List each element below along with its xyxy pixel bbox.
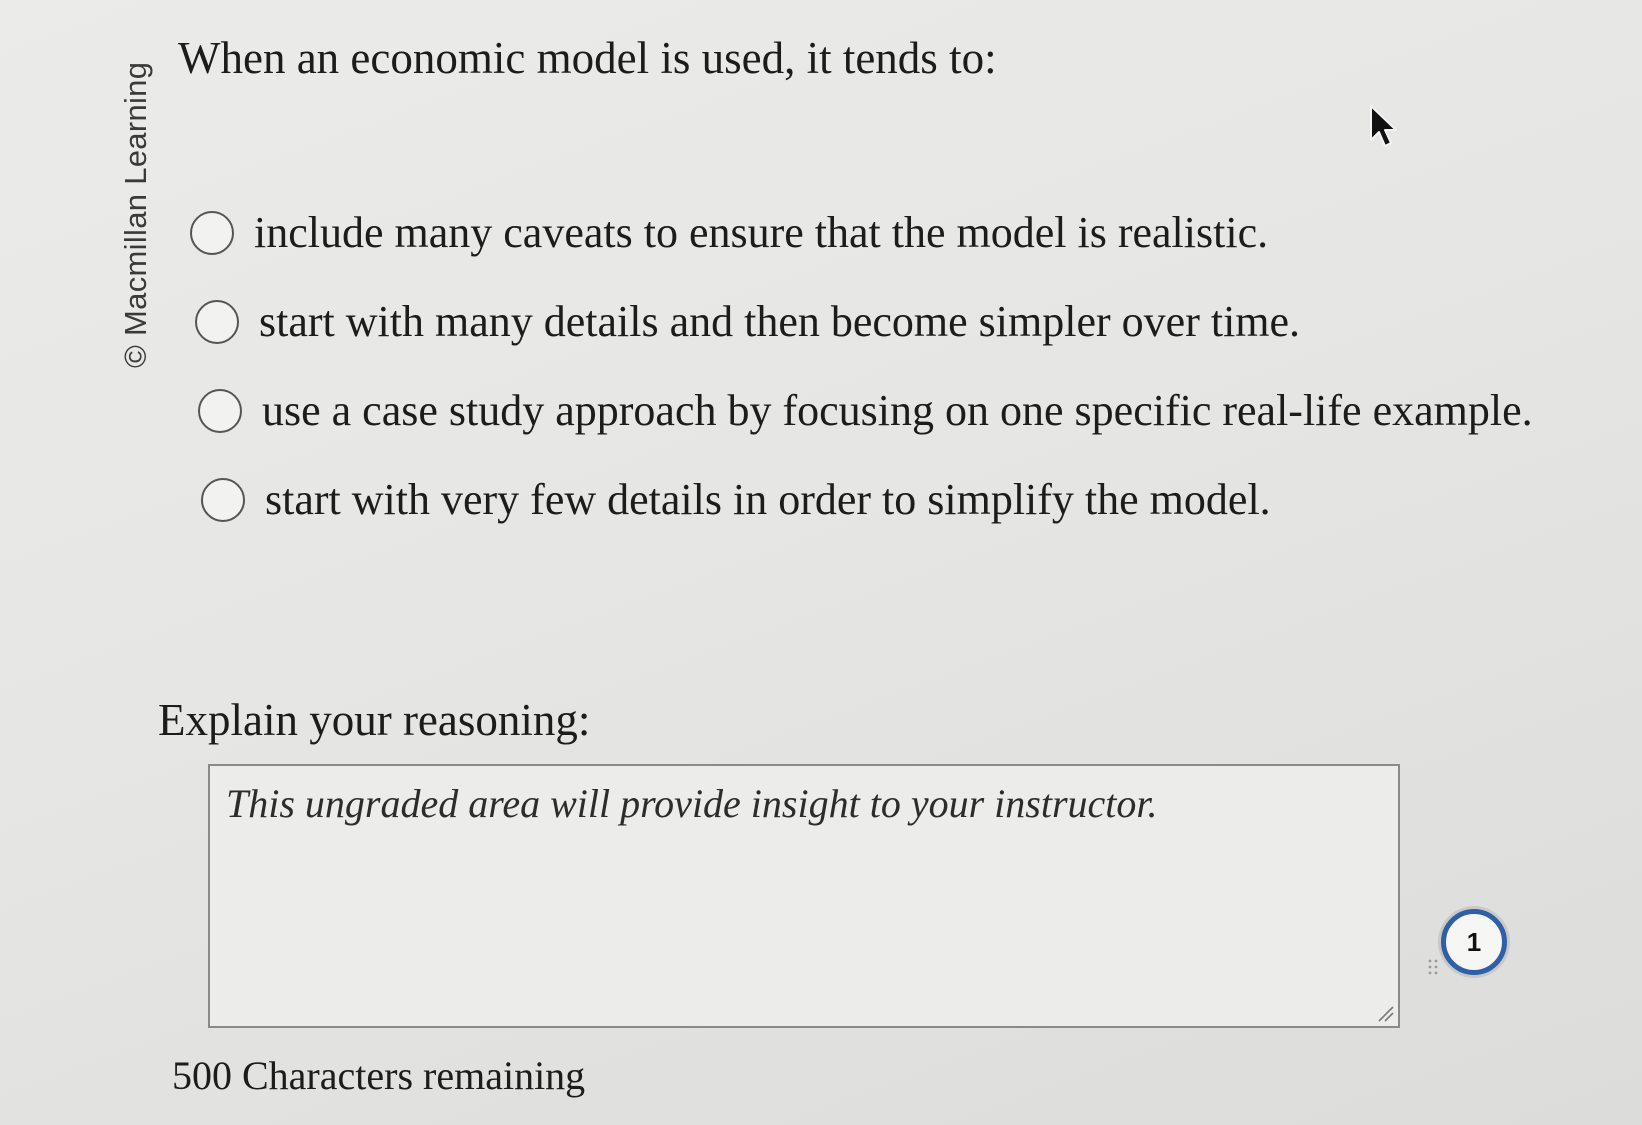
notification-badge[interactable]: 1	[1441, 909, 1507, 975]
option-2[interactable]: start with many details and then become …	[190, 277, 1630, 366]
radio-circle-icon[interactable]	[201, 477, 245, 522]
mouse-cursor-icon	[1370, 105, 1397, 147]
radio-circle-icon[interactable]	[190, 210, 234, 255]
option-label: start with very few details in order to …	[265, 475, 1271, 524]
reasoning-textarea[interactable]: This ungraded area will provide insight …	[208, 764, 1400, 1028]
radio-circle-icon[interactable]	[198, 388, 242, 433]
reasoning-label: Explain your reasoning:	[158, 695, 591, 745]
watermark-text: © Macmillan Learning	[118, 61, 153, 368]
resize-handle-icon[interactable]	[1376, 1004, 1394, 1022]
option-1[interactable]: include many caveats to ensure that the …	[190, 188, 1630, 277]
option-4[interactable]: start with very few details in order to …	[190, 455, 1630, 544]
option-label: use a case study approach by focusing on…	[262, 386, 1533, 435]
radio-circle-icon[interactable]	[195, 299, 239, 344]
option-label: include many caveats to ensure that the …	[254, 208, 1269, 257]
characters-remaining: 500 Characters remaining	[172, 1053, 586, 1098]
question-prompt: When an economic model is used, it tends…	[178, 33, 997, 83]
badge-count: 1	[1466, 926, 1482, 957]
copyright-watermark: © Macmillan Learning	[118, 0, 153, 380]
answer-options: include many caveats to ensure that the …	[190, 188, 1630, 544]
drag-handle-icon[interactable]	[1427, 958, 1439, 976]
reasoning-placeholder: This ungraded area will provide insight …	[226, 781, 1158, 826]
option-3[interactable]: use a case study approach by focusing on…	[190, 366, 1630, 455]
option-label: start with many details and then become …	[259, 297, 1301, 346]
